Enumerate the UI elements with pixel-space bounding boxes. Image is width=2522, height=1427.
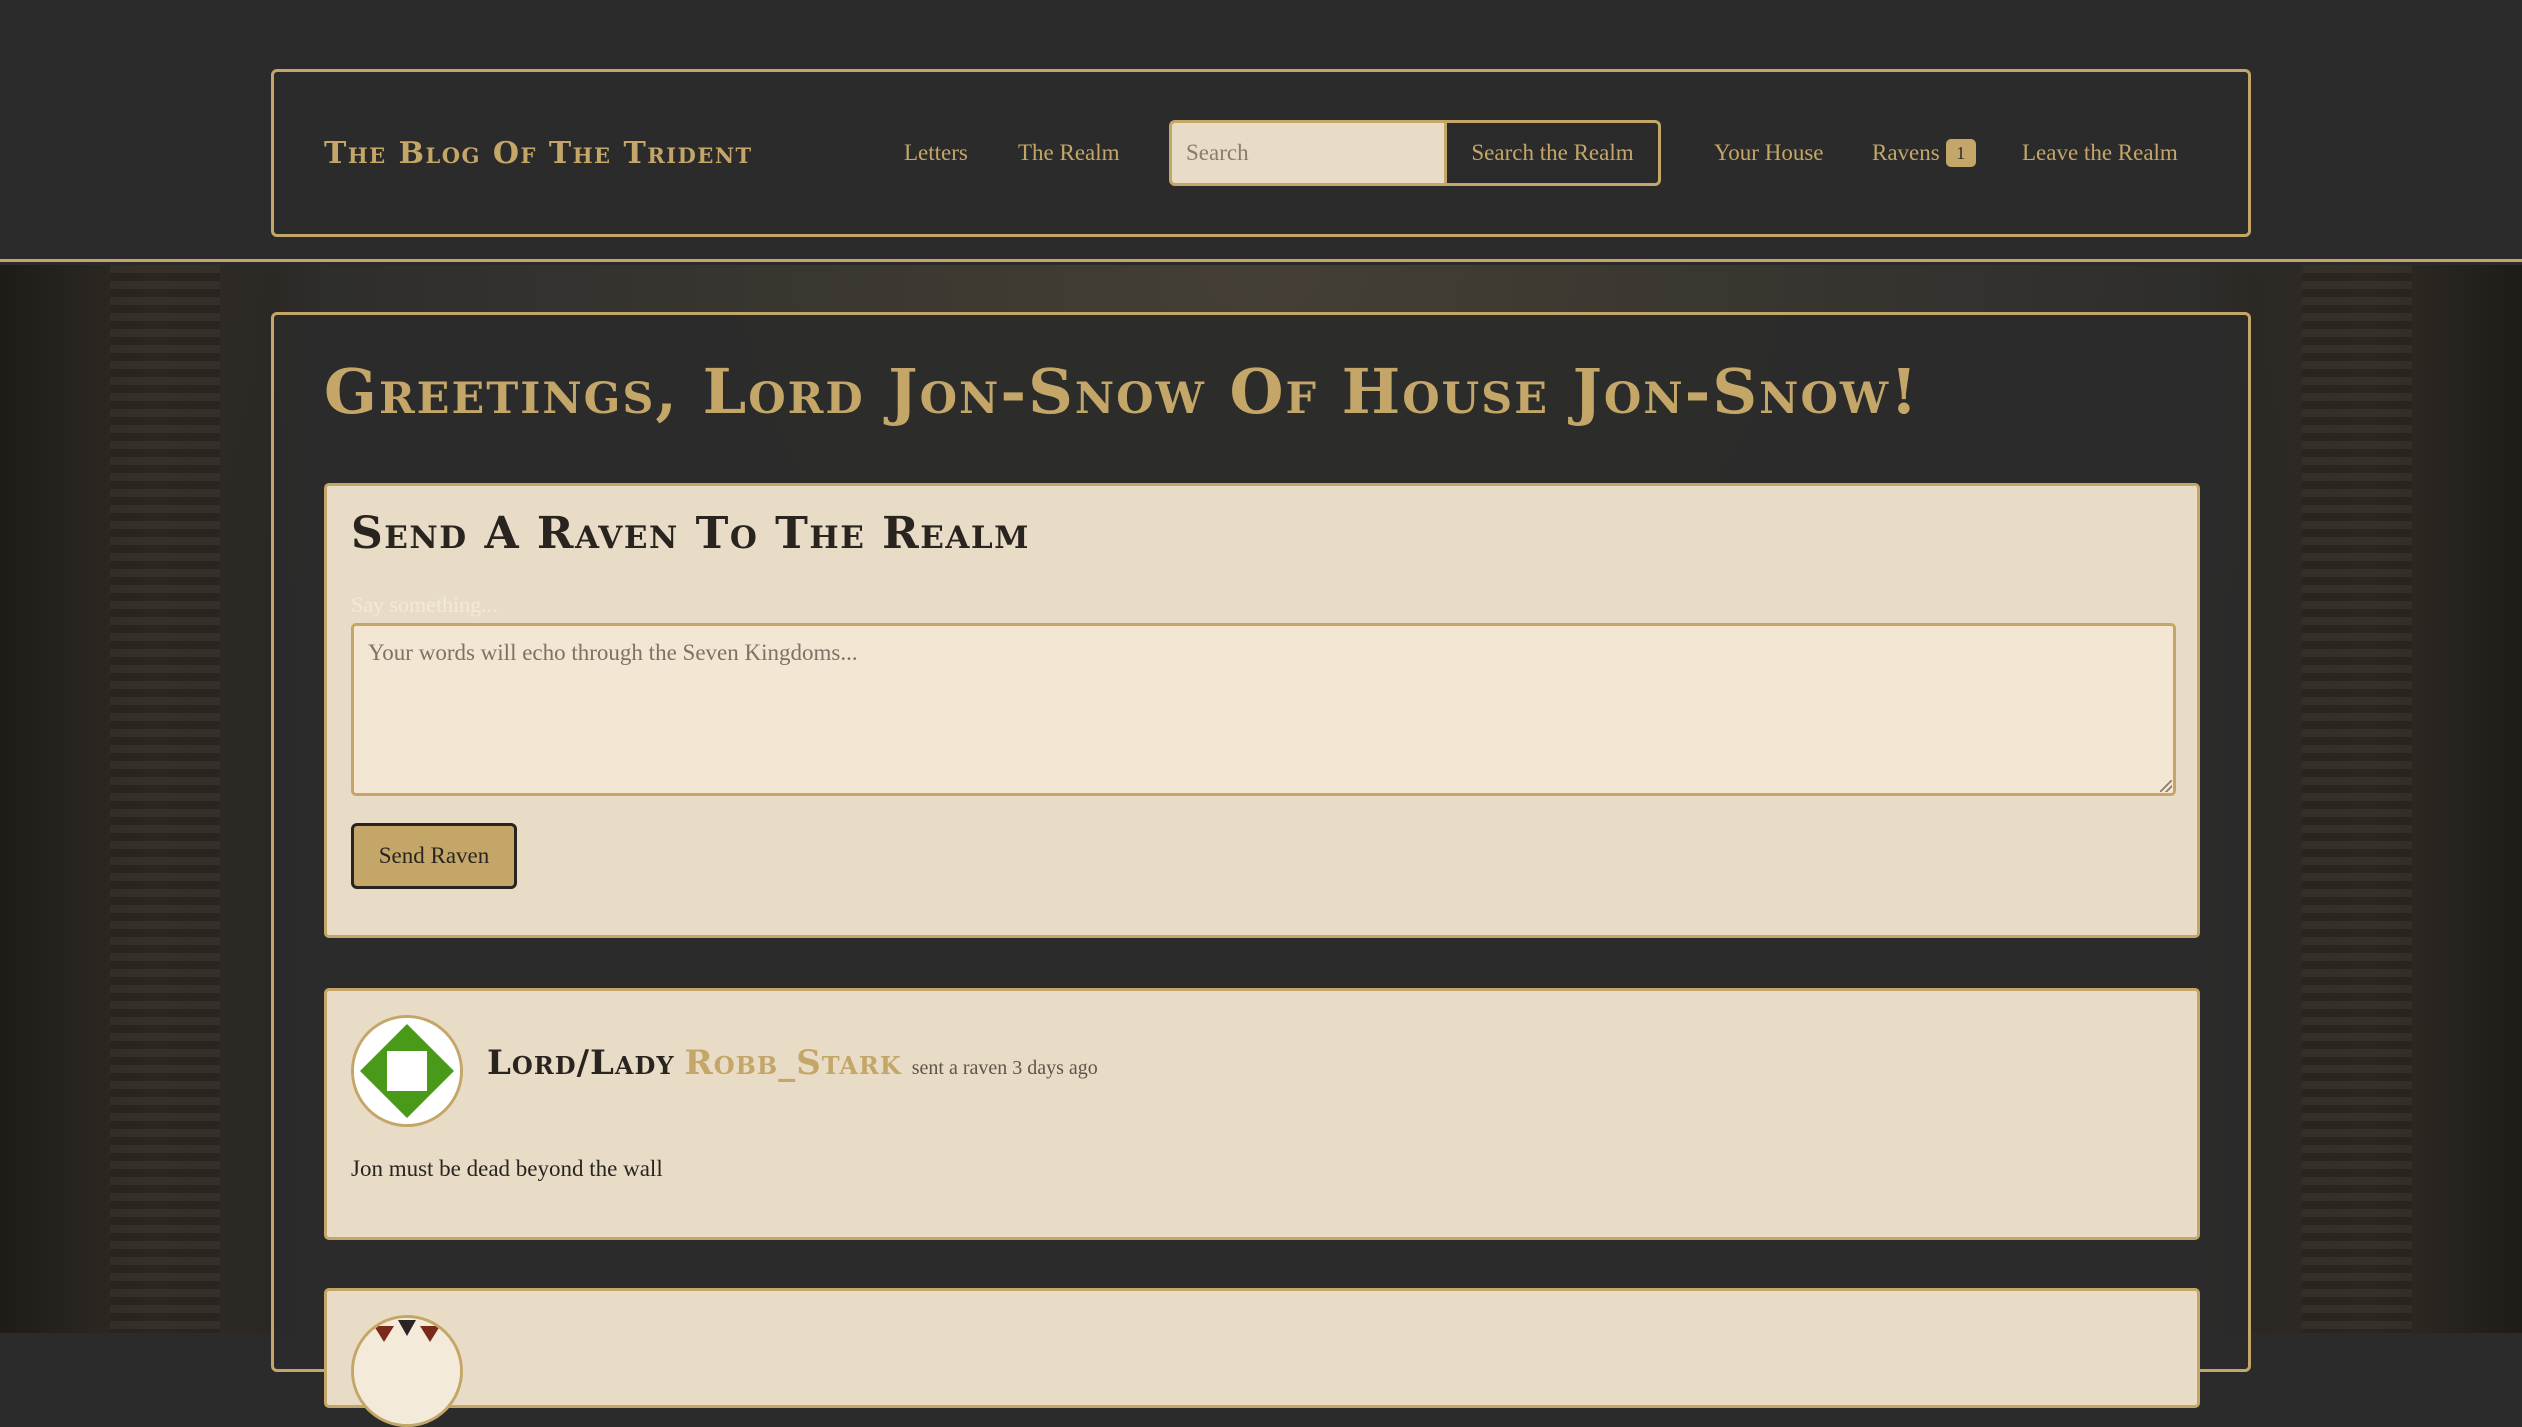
post-title-prefix: Lord/Lady xyxy=(487,1043,675,1083)
post-timestamp: sent a raven 3 days ago xyxy=(911,1057,1098,1079)
resize-grip-icon[interactable] xyxy=(2160,780,2172,792)
search-form: Search the Realm xyxy=(1169,120,1661,186)
nav-your-house[interactable]: Your House xyxy=(1714,72,1824,234)
greeting-heading: Greetings, Lord Jon-Snow Of House Jon-Sn… xyxy=(324,355,1920,428)
site-brand[interactable]: The Blog Of The Trident xyxy=(324,72,753,234)
main-panel: Greetings, Lord Jon-Snow Of House Jon-Sn… xyxy=(271,312,2251,1427)
frame-ornament-right xyxy=(2302,265,2412,1333)
ravens-count-badge: 1 xyxy=(1945,139,1976,167)
avatar-identicon-icon xyxy=(354,1018,460,1124)
navbar: The Blog Of The Trident Letters The Real… xyxy=(271,69,2251,237)
compose-textarea[interactable] xyxy=(351,623,2176,796)
compose-card: Send A Raven To The Realm Say something.… xyxy=(324,483,2200,938)
send-raven-button[interactable]: Send Raven xyxy=(351,823,517,889)
compose-label: Say something... xyxy=(351,592,498,617)
nav-ravens-label: Ravens xyxy=(1872,140,1940,165)
nav-letters[interactable]: Letters xyxy=(904,72,968,234)
compose-title: Send A Raven To The Realm xyxy=(351,508,1030,559)
nav-the-realm[interactable]: The Realm xyxy=(1018,72,1120,234)
avatar[interactable] xyxy=(351,1315,463,1427)
post-header: Lord/Lady Robb_Stark sent a raven 3 days… xyxy=(487,1043,1098,1083)
search-input[interactable] xyxy=(1169,120,1447,186)
post-author-link[interactable]: Robb_Stark xyxy=(684,1043,901,1083)
post-card: Lord/Lady Robb_Stark sent a raven 3 days… xyxy=(324,988,2200,1240)
avatar-identicon-icon xyxy=(354,1318,460,1424)
top-bar: The Blog Of The Trident Letters The Real… xyxy=(0,0,2522,262)
compose-textarea-wrap xyxy=(351,623,2176,796)
frame-ornament-left xyxy=(110,265,220,1333)
search-button[interactable]: Search the Realm xyxy=(1447,120,1661,186)
post-body: Jon must be dead beyond the wall xyxy=(351,1156,663,1181)
post-card xyxy=(324,1288,2200,1427)
avatar[interactable] xyxy=(351,1015,463,1127)
nav-leave-realm[interactable]: Leave the Realm xyxy=(2022,72,2178,234)
nav-ravens[interactable]: Ravens 1 xyxy=(1872,72,1976,234)
